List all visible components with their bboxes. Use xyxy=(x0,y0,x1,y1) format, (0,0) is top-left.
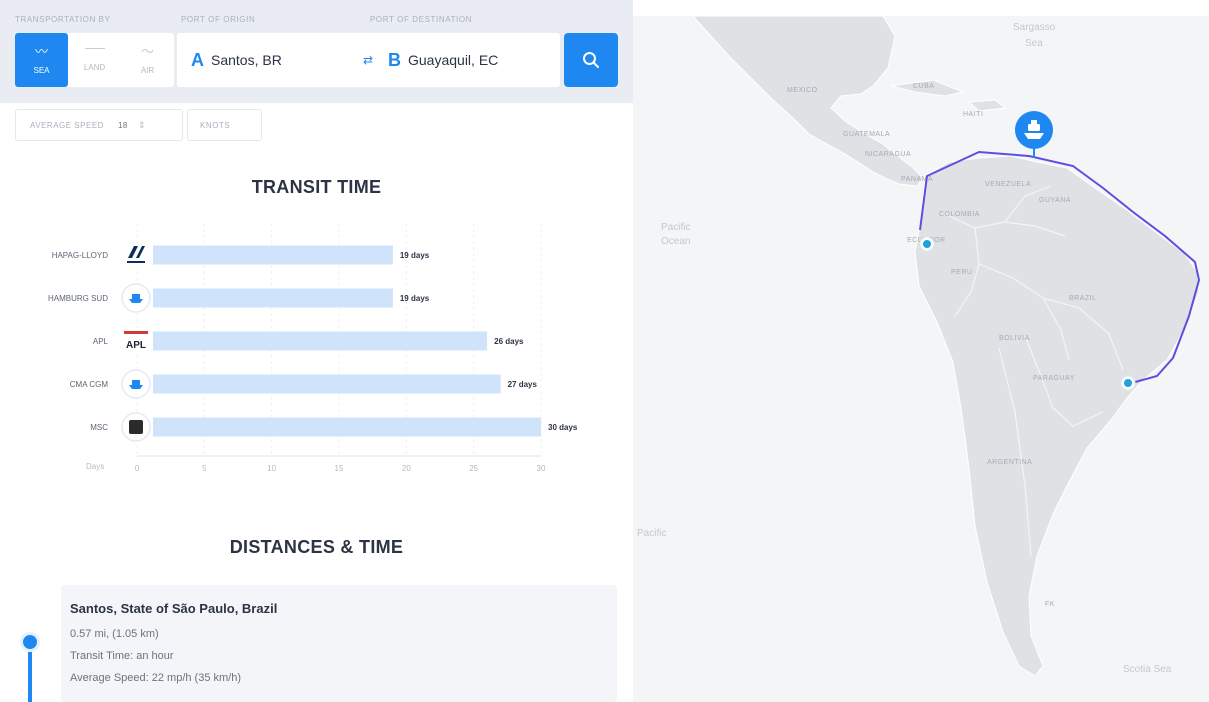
value-label: 19 days xyxy=(400,294,430,303)
north-america-landmass xyxy=(692,16,924,187)
label-guatemala: GUATEMALA xyxy=(843,131,890,138)
bar xyxy=(153,374,501,394)
label-paraguay: PARAGUAY xyxy=(1033,375,1075,382)
distances-title: DISTANCES & TIME xyxy=(229,537,404,557)
label-pacific-1: Pacific xyxy=(661,222,690,233)
destination-marker-letter: B xyxy=(388,49,401,70)
bar xyxy=(153,288,393,308)
wave-icon: 〰 xyxy=(34,43,48,59)
category-label: HAPAG-LLOYD xyxy=(52,251,109,260)
category-label: CMA CGM xyxy=(70,380,109,389)
label-haiti: HAITI xyxy=(963,111,983,118)
value-label: 30 days xyxy=(548,423,578,432)
label-guyana: GUYANA xyxy=(1039,197,1071,204)
hapag-lloyd-logo-bar xyxy=(127,261,145,263)
origin-input[interactable]: A Santos, BR xyxy=(191,33,282,87)
label-peru: PERU xyxy=(951,269,972,276)
bar xyxy=(153,417,541,437)
destination-input[interactable]: B Guayaquil, EC xyxy=(388,33,498,87)
mode-land-button[interactable]: LAND xyxy=(68,33,121,87)
ship-cabin-icon xyxy=(132,294,140,299)
transit-time-title: TRANSIT TIME xyxy=(251,177,382,197)
label-nicaragua: NICARAGUA xyxy=(865,151,911,158)
label-sargasso-1: Sargasso xyxy=(1013,22,1056,33)
label-sargasso-2: Sea xyxy=(1025,38,1043,49)
x-axis-label: Days xyxy=(86,462,104,471)
stepper-icon[interactable]: ⇕ xyxy=(138,120,146,131)
mode-air-button[interactable]: 〜 AIR xyxy=(121,33,174,87)
label-colombia: COLOMBIA xyxy=(939,211,980,218)
origin-point[interactable] xyxy=(1124,379,1132,387)
apl-logo-stripe xyxy=(124,331,148,334)
label-argentina: ARGENTINA xyxy=(987,459,1032,466)
stop-speed: Average Speed: 22 mp/h (35 km/h) xyxy=(70,672,242,684)
x-tick-label: 30 xyxy=(537,464,546,473)
bar xyxy=(153,331,488,351)
speed-label: AVERAGE SPEED xyxy=(30,120,104,130)
left-panel: TRANSPORTATION BY PORT OF ORIGIN PORT OF… xyxy=(0,0,633,702)
destination-value: Guayaquil, EC xyxy=(408,52,499,68)
category-label: APL xyxy=(93,337,109,346)
label-falklands: FK xyxy=(1045,601,1055,608)
destination-label: PORT OF DESTINATION xyxy=(370,15,473,24)
label-mexico: MEXICO xyxy=(787,87,818,94)
destination-point[interactable] xyxy=(923,240,931,248)
road-icon xyxy=(84,48,105,49)
x-tick-label: 25 xyxy=(469,464,478,473)
mode-air-label: AIR xyxy=(140,65,155,75)
timeline-dot xyxy=(20,632,40,652)
label-brazil: BRAZIL xyxy=(1069,295,1097,302)
label-panama: PANAMA xyxy=(901,176,933,183)
label-pacific-lower: Pacific xyxy=(637,528,666,539)
ship-marker[interactable] xyxy=(1015,111,1053,158)
search-icon xyxy=(583,52,599,68)
hispaniola-island xyxy=(967,99,1007,112)
x-tick-label: 20 xyxy=(402,464,411,473)
route-input-group: A Santos, BR ⇄ B Guayaquil, EC xyxy=(177,33,560,87)
transport-label: TRANSPORTATION BY xyxy=(15,15,111,24)
x-tick-label: 5 xyxy=(202,464,207,473)
origin-label: PORT OF ORIGIN xyxy=(181,15,256,24)
x-tick-label: 15 xyxy=(335,464,344,473)
origin-marker-letter: A xyxy=(191,49,204,70)
average-speed-field[interactable]: AVERAGE SPEED 18 ⇕ xyxy=(15,109,183,141)
label-scotia: Scotia Sea xyxy=(1123,664,1172,675)
map-canvas: MEXICO CUBA HAITI GUATEMALA NICARAGUA PA… xyxy=(637,16,1201,677)
value-label: 26 days xyxy=(494,337,524,346)
x-tick-label: 0 xyxy=(135,464,140,473)
stop-name: Santos, State of São Paulo, Brazil xyxy=(70,601,278,616)
air-icon: 〜 xyxy=(140,43,154,59)
timeline-line xyxy=(28,652,32,702)
speed-value: 18 xyxy=(117,120,128,130)
label-venezuela: VENEZUELA xyxy=(985,181,1031,188)
category-label: HAMBURG SUD xyxy=(48,294,108,303)
transit-time-chart: 0 5 10 15 20 25 30 Days HAPAG-LLOYD 19 days HAMBUR… xyxy=(48,223,578,473)
swap-icon[interactable]: ⇄ xyxy=(363,33,373,87)
mode-sea-label: SEA xyxy=(33,65,50,75)
stop-transit: Transit Time: an hour xyxy=(70,650,174,662)
stop-distance: 0.57 mi, (1.05 km) xyxy=(70,628,159,640)
transport-mode-selector: 〰 SEA LAND 〜 AIR xyxy=(15,33,174,87)
x-tick-label: 10 xyxy=(267,464,276,473)
label-cuba: CUBA xyxy=(913,83,934,90)
mode-sea-button[interactable]: 〰 SEA xyxy=(15,33,68,87)
stop-card: Santos, State of São Paulo, Brazil 0.57 … xyxy=(61,585,617,702)
value-label: 19 days xyxy=(400,251,430,260)
label-bolivia: BOLIVIA xyxy=(999,335,1030,342)
ship-cabin-icon xyxy=(132,380,140,385)
south-america-landmass xyxy=(914,155,1200,677)
category-label: MSC xyxy=(90,423,108,432)
speed-unit-value: KNOTS xyxy=(200,120,231,130)
mode-land-label: LAND xyxy=(83,63,106,72)
value-label: 27 days xyxy=(508,380,538,389)
origin-value: Santos, BR xyxy=(211,52,282,68)
route-map[interactable]: MEXICO CUBA HAITI GUATEMALA NICARAGUA PA… xyxy=(633,16,1209,702)
bar xyxy=(153,245,393,265)
speed-unit-select[interactable]: KNOTS xyxy=(187,109,262,141)
msc-logo xyxy=(129,420,143,434)
apl-logo: APL xyxy=(126,340,146,351)
label-pacific-2: Ocean xyxy=(661,236,690,247)
search-button[interactable] xyxy=(564,33,618,87)
